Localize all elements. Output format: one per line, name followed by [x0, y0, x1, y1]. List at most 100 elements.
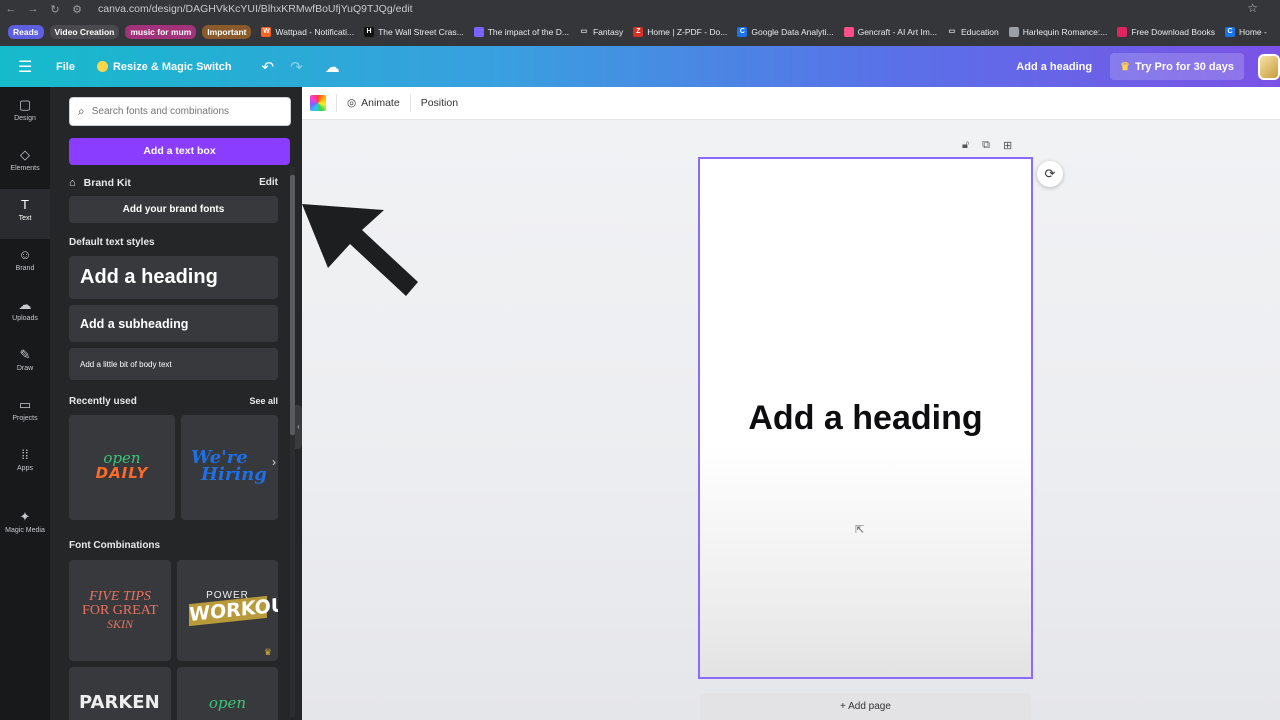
try-pro-label: Try Pro for 30 days: [1134, 60, 1234, 73]
uploads-icon: ☁: [18, 297, 32, 312]
pro-crown-icon: ♛: [263, 647, 272, 657]
see-all-link[interactable]: See all: [249, 396, 278, 406]
animate-button[interactable]: ◎ Animate: [347, 97, 400, 109]
bookmark-item[interactable]: W Wattpad - Notificati...: [261, 27, 354, 37]
add-text-box-button[interactable]: Add a text box: [69, 138, 290, 165]
position-button[interactable]: Position: [421, 97, 458, 109]
refresh-icon[interactable]: ⟳: [1037, 161, 1063, 187]
rail-item-label: Uploads: [12, 315, 38, 322]
elements-icon: ◇: [20, 147, 30, 162]
magic-media-icon: ✦: [19, 509, 31, 524]
mouse-cursor-icon: ⇱: [855, 524, 865, 536]
combo-text-line2: FOR GREAT: [82, 603, 158, 618]
font-combinations-title: Font Combinations: [69, 540, 161, 551]
bookmark-chip[interactable]: Video Creation: [49, 25, 120, 39]
rail-item-projects[interactable]: ▭ Projects: [0, 397, 50, 422]
text-icon: T: [21, 197, 29, 212]
collapse-panel-handle[interactable]: ‹: [295, 405, 302, 449]
bookmark-item[interactable]: The impact of the D...: [473, 27, 569, 37]
subheading-style-button[interactable]: Add a subheading: [69, 305, 278, 342]
favicon-icon: [473, 27, 484, 37]
crown-icon: [96, 61, 108, 72]
animate-icon: ◎: [347, 97, 357, 109]
rail-item-label: Text: [18, 215, 32, 222]
reload-icon[interactable]: ↻: [44, 3, 66, 16]
favicon-icon: Z: [633, 27, 644, 37]
site-settings-icon[interactable]: ⚙: [66, 3, 88, 16]
font-search-box[interactable]: ⌕: [69, 97, 291, 126]
rail-item-brand[interactable]: ☺ Brand: [0, 247, 50, 272]
add-page-button[interactable]: + Add page: [700, 693, 1031, 720]
bookmark-label: Education: [960, 27, 999, 37]
file-menu[interactable]: File: [56, 61, 75, 73]
forward-icon[interactable]: →: [22, 3, 44, 15]
recent-template-were-hiring[interactable]: We're Hiring ›: [181, 415, 278, 520]
search-icon: ⌕: [78, 104, 85, 118]
pointer-arrow-icon: [302, 204, 418, 296]
rail-item-draw[interactable]: ✎ Draw: [0, 347, 50, 372]
canvas-area: 🔓︎ ⧉ ⊞ Add a heading ⟳ ⇱ + Add page: [302, 120, 1280, 720]
bookmark-label: Free Download Books: [1131, 27, 1215, 37]
toolbar-divider: [409, 94, 411, 112]
bookmark-item[interactable]: C Home -: [1224, 27, 1267, 37]
bookmark-item[interactable]: Harlequin Romance:...: [1008, 27, 1107, 37]
design-title[interactable]: Add a heading: [1016, 61, 1092, 73]
design-page[interactable]: Add a heading: [698, 157, 1033, 679]
rail-item-design[interactable]: ▢ Design: [0, 97, 50, 122]
try-pro-button[interactable]: ♛ Try Pro for 30 days: [1110, 53, 1244, 80]
panel-scrollbar-thumb[interactable]: [290, 175, 295, 435]
url-text[interactable]: canva.com/design/DAGHVkKcYUI/BlhxKRMwfBo…: [98, 3, 413, 15]
rail-item-uploads[interactable]: ☁ Uploads: [0, 297, 50, 322]
recently-used-title: Recently used: [69, 396, 137, 407]
lock-icon[interactable]: 🔓︎: [962, 139, 969, 152]
bookmark-item[interactable]: Free Download Books: [1117, 27, 1215, 37]
favicon-icon: W: [261, 27, 272, 37]
add-page-icon[interactable]: ⊞: [1003, 139, 1012, 152]
bookmark-star-icon[interactable]: ☆: [1247, 1, 1258, 15]
favicon-icon: [843, 27, 854, 37]
font-search-input[interactable]: [91, 106, 272, 117]
rail-item-label: Design: [14, 115, 36, 122]
bookmark-chip[interactable]: music for mum: [125, 25, 197, 39]
design-icon: ▢: [18, 97, 32, 112]
side-rail: ▢ Design ◇ Elements T Text ☺ Brand ☁ Uploads ✎ Draw…: [0, 87, 50, 720]
chevron-right-icon[interactable]: ›: [272, 455, 276, 469]
combo-power-workout[interactable]: POWER WORKOUT ♛: [177, 560, 278, 661]
bookmark-item[interactable]: H The Wall Street Cras...: [364, 27, 464, 37]
page-heading-text[interactable]: Add a heading: [700, 399, 1031, 438]
menu-icon[interactable]: ☰: [18, 57, 34, 77]
resize-magic-switch-button[interactable]: Resize & Magic Switch: [96, 61, 232, 73]
bookmark-item[interactable]: ▭ Education: [947, 27, 999, 37]
toolbar-divider: [336, 94, 337, 112]
combo-open[interactable]: open: [177, 667, 278, 720]
rail-item-elements[interactable]: ◇ Elements: [0, 147, 50, 172]
rail-item-label: Apps: [17, 465, 33, 472]
canva-topbar: ☰ File Resize & Magic Switch ↶ ↷ ☁ Add a…: [0, 46, 1280, 87]
duplicate-page-icon[interactable]: ⧉: [982, 139, 990, 152]
bookmark-item[interactable]: Z Home | Z-PDF - Do...: [633, 27, 727, 37]
back-icon[interactable]: ←: [0, 3, 22, 15]
crown-icon: ♛: [1120, 61, 1130, 73]
rail-item-magic-media[interactable]: ✦ Magic Media: [0, 509, 50, 534]
bookmark-item[interactable]: Gencraft - AI Art Im...: [843, 27, 937, 37]
folder-icon: ▭: [948, 28, 956, 35]
heading-style-button[interactable]: Add a heading: [69, 256, 278, 299]
cloud-save-icon[interactable]: ☁: [325, 58, 340, 76]
combo-parken[interactable]: PARKEN: [69, 667, 171, 720]
redo-icon[interactable]: ↷: [290, 58, 303, 76]
recent-template-open-daily[interactable]: open DAILY: [69, 415, 175, 520]
brand-kit-edit-link[interactable]: Edit: [259, 177, 278, 188]
combo-five-tips[interactable]: FIVE TIPS FOR GREAT SKIN: [69, 560, 171, 661]
bookmark-chip[interactable]: Important: [202, 25, 252, 39]
bookmark-item[interactable]: ▭ Fantasy: [579, 27, 624, 37]
add-brand-fonts-button[interactable]: Add your brand fonts: [69, 196, 278, 223]
bookmark-item[interactable]: C Google Data Analyti...: [737, 27, 834, 37]
body-style-button[interactable]: Add a little bit of body text: [69, 348, 278, 380]
avatar[interactable]: [1258, 53, 1280, 80]
rail-item-apps[interactable]: ⁞⁞ Apps: [0, 447, 50, 472]
undo-icon[interactable]: ↶: [262, 58, 275, 76]
bookmark-chip[interactable]: Reads: [8, 25, 44, 39]
color-picker-icon[interactable]: [310, 95, 326, 111]
favicon-icon: C: [1224, 27, 1235, 37]
rail-item-text[interactable]: T Text: [0, 189, 50, 239]
